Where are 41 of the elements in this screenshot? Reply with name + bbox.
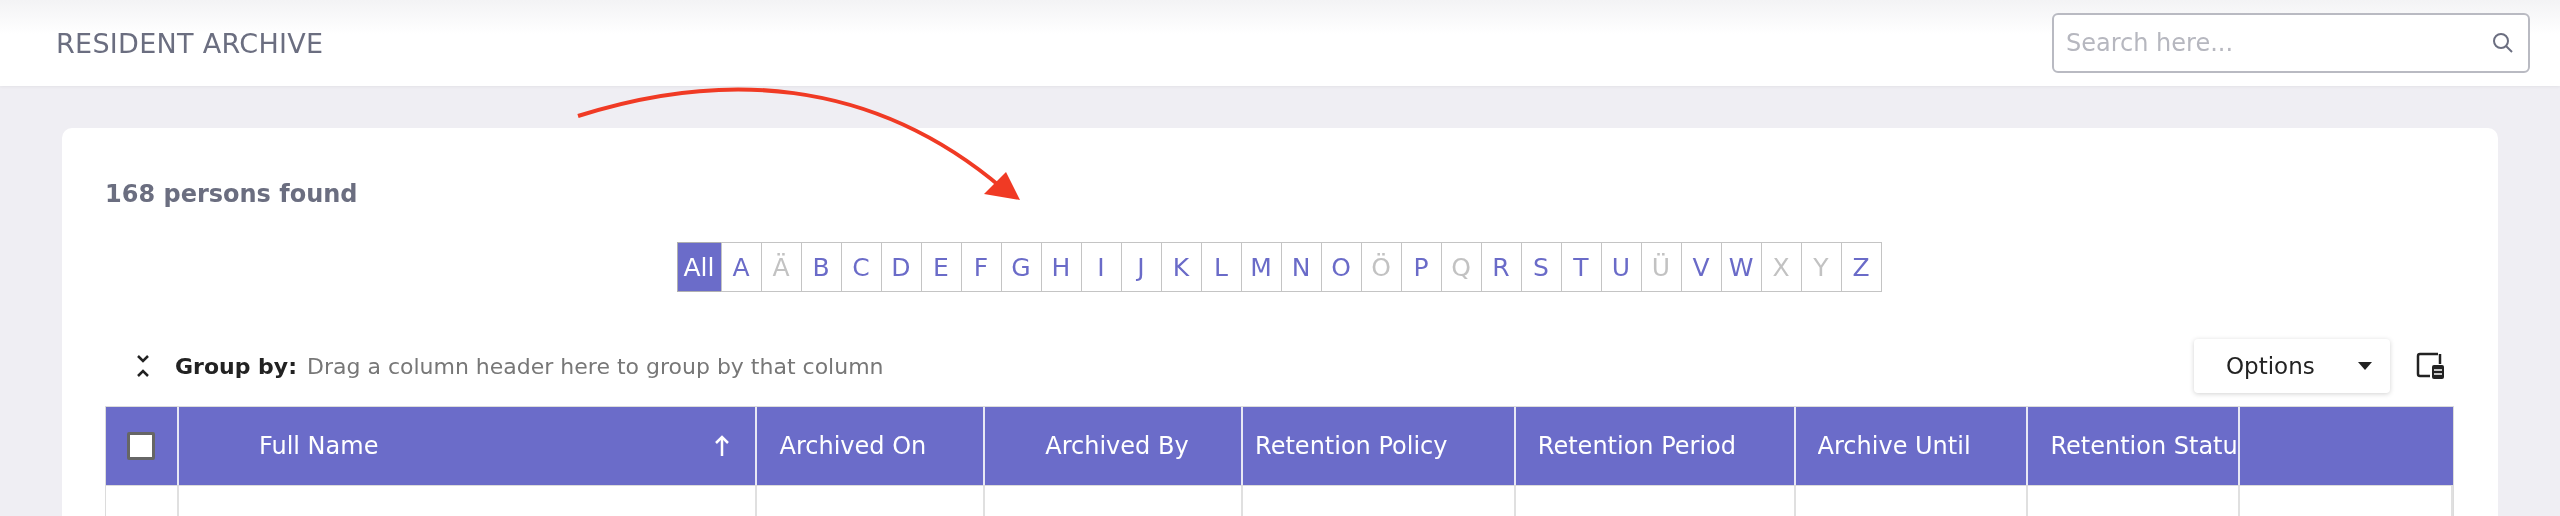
letter-filter[interactable]: W (1720, 242, 1762, 292)
letter-filter[interactable]: M (1240, 242, 1282, 292)
letter-filter[interactable]: P (1400, 242, 1442, 292)
column-header[interactable]: Archived On (779, 432, 927, 460)
letter-filter[interactable]: A (720, 242, 762, 292)
letter-filter[interactable]: T (1560, 242, 1602, 292)
group-by-label: Group by: (175, 353, 297, 379)
column-header[interactable]: Archived By (1045, 432, 1189, 460)
letter-filter[interactable]: B (800, 242, 842, 292)
page-title: RESIDENT ARCHIVE (56, 27, 324, 59)
search-field[interactable]: Search here... (2052, 13, 2530, 73)
letter-filter[interactable]: C (840, 242, 882, 292)
letter-filter[interactable]: O (1320, 242, 1362, 292)
letter-filter[interactable]: Z (1840, 242, 1882, 292)
letter-filter[interactable]: L (1200, 242, 1242, 292)
letter-filter[interactable]: F (960, 242, 1002, 292)
letter-filter[interactable]: R (1480, 242, 1522, 292)
letter-filter[interactable]: U (1600, 242, 1642, 292)
column-header[interactable]: Retention Policy (1255, 432, 1448, 460)
letter-filter[interactable]: K (1160, 242, 1202, 292)
letter-filter[interactable]: N (1280, 242, 1322, 292)
letter-filter[interactable]: I (1080, 242, 1122, 292)
column-chooser-icon[interactable] (2416, 350, 2446, 382)
letter-filter[interactable]: All (676, 242, 722, 292)
column-header[interactable]: Retention Statu (2050, 432, 2238, 460)
letter-filter[interactable]: E (920, 242, 962, 292)
options-button[interactable]: Options (2194, 339, 2390, 393)
column-header[interactable]: Archive Until (1817, 432, 1971, 460)
letter-filter[interactable]: V (1680, 242, 1722, 292)
result-count: 168 persons found (105, 180, 359, 208)
column-header[interactable]: Full Name (258, 432, 379, 460)
group-by-hint: Drag a column header here to group by that column (307, 353, 884, 379)
letter-filter[interactable]: H (1040, 242, 1082, 292)
search-icon[interactable] (2492, 32, 2514, 54)
letter-filter[interactable]: G (1000, 242, 1042, 292)
select-all-checkbox[interactable] (127, 432, 156, 460)
letter-filter[interactable]: S (1520, 242, 1562, 292)
column-header[interactable]: Retention Period (1537, 432, 1737, 460)
letter-filter[interactable]: J (1120, 242, 1162, 292)
letter-filter[interactable]: D (880, 242, 922, 292)
caret-icon (2358, 362, 2372, 370)
